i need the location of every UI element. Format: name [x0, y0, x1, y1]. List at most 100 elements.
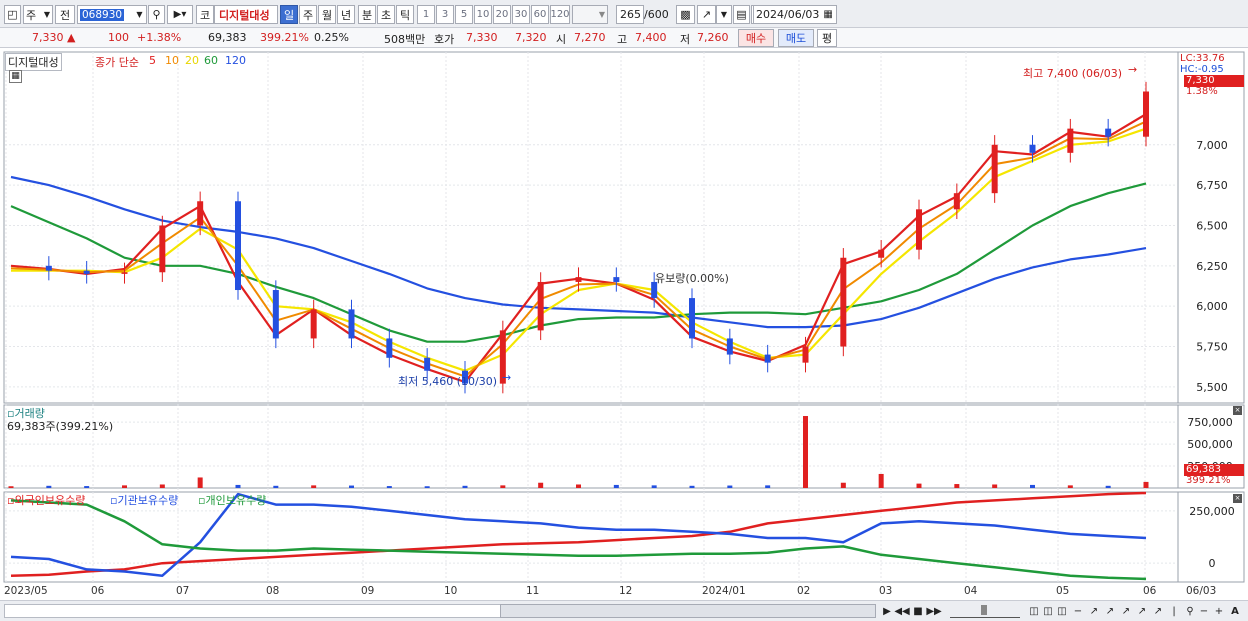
period-tab-minute[interactable]: 분 — [358, 5, 376, 24]
turnover-rate: 0.25% — [314, 31, 349, 44]
zoom-slider-handle[interactable] — [981, 605, 987, 615]
interval-1[interactable]: 1 — [417, 5, 435, 24]
ma-60-label[interactable]: 60 — [204, 54, 218, 67]
interval-60[interactable]: 60 — [531, 5, 549, 24]
candle-type-icon[interactable]: ▩ — [676, 5, 695, 24]
x-axis-end-label: 06/03 — [1186, 585, 1217, 597]
tool-icon[interactable]: ◫ — [1042, 604, 1054, 618]
volume-bar — [916, 483, 922, 488]
sell-button[interactable]: 매도 — [778, 29, 814, 47]
grid-icon[interactable]: ▦ — [9, 70, 22, 83]
count-input[interactable]: 265 — [616, 5, 644, 24]
interval-3[interactable]: 3 — [436, 5, 454, 24]
volume-bar — [840, 482, 846, 488]
interval-10[interactable]: 10 — [474, 5, 492, 24]
tool-icon[interactable]: ◫ — [1028, 604, 1040, 618]
draw-vertical-icon[interactable]: | — [1168, 604, 1180, 618]
ma-120-label[interactable]: 120 — [225, 54, 246, 67]
close-panel-icon[interactable]: × — [1233, 494, 1242, 503]
high-annotation: 최고 7,400 (06/03) — [1023, 67, 1123, 80]
stop-icon[interactable]: ■ — [911, 604, 925, 618]
ma-5-label[interactable]: 5 — [149, 54, 156, 67]
volume-bar — [1105, 485, 1111, 488]
interval-5[interactable]: 5 — [455, 5, 473, 24]
ma-10-label[interactable]: 10 — [165, 54, 179, 67]
avg-price-button[interactable]: 평 — [817, 29, 837, 47]
period-tab-tick[interactable]: 틱 — [396, 5, 414, 24]
chart-area[interactable]: 7,000 6,750 6,500 6,250 6,000 5,750 5,500 750,0… — [0, 48, 1248, 600]
market-select[interactable]: 주 ▼ — [23, 5, 53, 24]
draw-ray-icon[interactable]: ↗ — [1120, 604, 1132, 618]
candle-body — [953, 193, 960, 210]
speaker-icon[interactable]: ▶▾ — [167, 5, 193, 24]
play-icon[interactable]: ▶ — [880, 604, 894, 618]
trade-amount: 508백만 — [384, 33, 426, 46]
interval-20[interactable]: 20 — [493, 5, 511, 24]
draw-ray-icon[interactable]: ↗ — [1104, 604, 1116, 618]
candle-body — [764, 354, 771, 363]
prev-button[interactable]: 전 — [55, 5, 75, 24]
candle-body — [348, 309, 355, 339]
x-axis-label: 08 — [266, 585, 280, 597]
calendar-icon[interactable]: ▦ — [823, 9, 832, 20]
period-tab-month[interactable]: 월 — [318, 5, 336, 24]
tool-icon[interactable]: ◫ — [1056, 604, 1068, 618]
draw-ray-icon[interactable]: ↗ — [1152, 604, 1164, 618]
buy-button[interactable]: 매수 — [738, 29, 774, 47]
fast-forward-icon[interactable]: ▶▶ — [926, 604, 941, 618]
market-type-button[interactable]: 코 — [196, 5, 214, 24]
volume-bar — [651, 485, 657, 488]
auto-scale-icon[interactable]: A — [1228, 604, 1242, 618]
period-tab-second[interactable]: 초 — [377, 5, 395, 24]
rewind-icon[interactable]: ◀◀ — [894, 604, 909, 618]
legend-individual[interactable]: ▫개인보유수량 — [198, 492, 266, 508]
right-arrow-icon: → — [502, 371, 512, 384]
volume-bar — [46, 485, 52, 488]
x-axis-label: 05 — [1056, 585, 1070, 597]
open-label: 시 — [556, 33, 567, 46]
date-input[interactable]: 2024/06/03 ▦ — [753, 5, 837, 24]
x-axis-label: 2024/01 — [702, 585, 746, 597]
draw-ray-icon[interactable]: ↗ — [1088, 604, 1100, 618]
plus-icon[interactable]: + — [1213, 604, 1225, 618]
price-tick-label: 6,500 — [1196, 219, 1228, 232]
x-axis-label: 2023/05 — [4, 585, 48, 597]
close-panel-icon[interactable]: × — [1233, 406, 1242, 415]
chevron-down-icon[interactable]: ▼ — [133, 5, 147, 24]
chevron-down-icon[interactable]: ▼ — [716, 5, 732, 24]
x-axis-label: 11 — [526, 585, 540, 597]
x-axis-label: 12 — [619, 585, 633, 597]
candle-body — [878, 249, 885, 258]
interval-30[interactable]: 30 — [512, 5, 530, 24]
legend-foreign[interactable]: ▫외국인보유수량 — [7, 492, 85, 508]
minus-icon[interactable]: − — [1198, 604, 1210, 618]
current-price-value: 7,330 — [32, 31, 64, 44]
period-tab-day[interactable]: 일 — [280, 5, 298, 24]
volume-bar — [424, 486, 430, 488]
legend-institution-text: 기관보유수량 — [117, 494, 179, 507]
draw-line-icon[interactable]: − — [1072, 604, 1084, 618]
legend-institution[interactable]: ▫기관보유수량 — [110, 492, 178, 508]
interval-120[interactable]: 120 — [550, 5, 570, 24]
volume-bar — [576, 484, 581, 488]
price-tick-label: 5,750 — [1196, 341, 1228, 354]
draw-ray-icon[interactable]: ↗ — [1136, 604, 1148, 618]
interval-custom-select[interactable]: ▼ — [572, 5, 608, 24]
stock-code-input[interactable]: 068930 — [77, 5, 139, 24]
candle-body — [424, 357, 431, 371]
ma-20-label[interactable]: 20 — [185, 54, 199, 67]
period-tab-week[interactable]: 주 — [299, 5, 317, 24]
volume-bar — [122, 485, 127, 488]
draw-tool-icon[interactable]: ↗ — [697, 5, 716, 24]
candle-body — [235, 201, 241, 291]
lc-label: LC:33.76 — [1180, 53, 1225, 64]
search-icon[interactable]: ⚲ — [148, 5, 165, 24]
period-tab-year[interactable]: 년 — [337, 5, 355, 24]
scroll-thumb[interactable] — [500, 604, 876, 618]
candle-body — [537, 281, 544, 331]
save-icon[interactable]: ▤ — [733, 5, 750, 24]
up-triangle-icon: ▲ — [67, 31, 76, 44]
search-icon[interactable]: ⚲ — [1184, 604, 1196, 618]
count-total: /600 — [644, 8, 669, 21]
window-icon[interactable]: ◰ — [4, 5, 21, 24]
